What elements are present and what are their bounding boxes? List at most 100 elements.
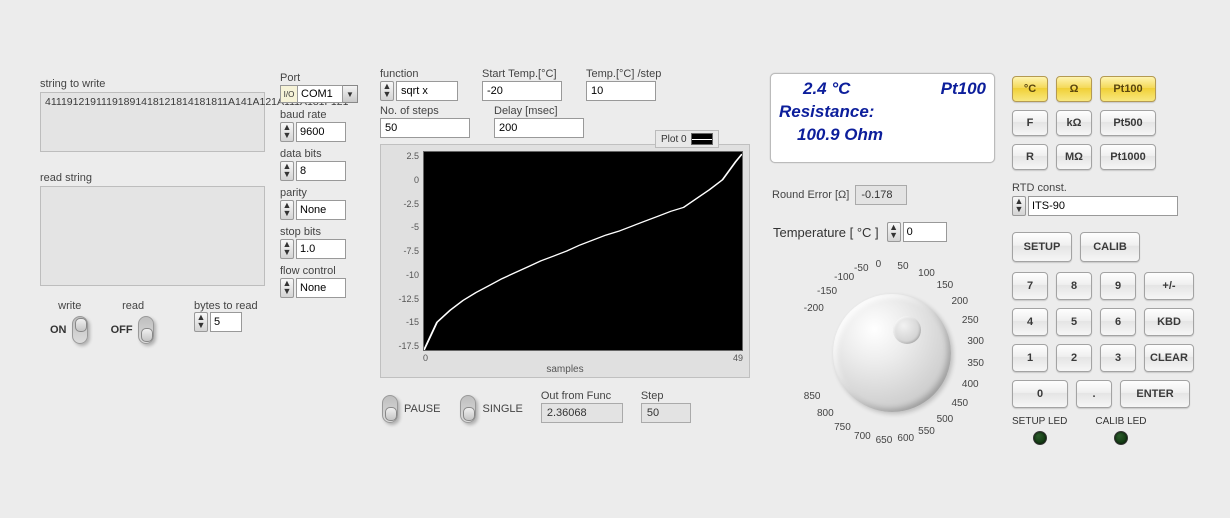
plot-legend-label: Plot 0 [661, 134, 687, 145]
key-8[interactable]: 8 [1056, 272, 1092, 300]
temp-step-field[interactable] [586, 81, 656, 101]
parity-label: parity [280, 187, 370, 199]
graph-plot[interactable] [423, 151, 743, 351]
read-string-field[interactable] [40, 186, 265, 286]
temperature-field[interactable] [903, 222, 947, 242]
unit-kohm-button[interactable]: kΩ [1056, 110, 1092, 136]
port-icon: I/O [280, 85, 297, 103]
gauge-tick: 300 [967, 336, 984, 347]
port-select[interactable] [297, 85, 343, 103]
bytes-to-read-label: bytes to read [194, 300, 258, 312]
key-clear[interactable]: CLEAR [1144, 344, 1194, 372]
databits-stepper[interactable]: ▲▼ [280, 161, 294, 181]
parity-field[interactable] [296, 200, 346, 220]
pt500-button[interactable]: Pt500 [1100, 110, 1156, 136]
nsteps-field[interactable] [380, 118, 470, 138]
read-string-label: read string [40, 172, 265, 184]
x-axis-label: samples [387, 364, 743, 375]
key-4[interactable]: 4 [1012, 308, 1048, 336]
gauge-knob[interactable] [833, 294, 951, 412]
display-rtd-type: Pt100 [941, 78, 986, 101]
setup-led-label: SETUP LED [1012, 416, 1067, 427]
calib-led [1114, 431, 1128, 445]
stopbits-field[interactable] [296, 239, 346, 259]
string-to-write-field[interactable]: 41119121911191891418121814181811A141A121… [40, 92, 265, 152]
string-to-write-label: string to write [40, 78, 265, 90]
key-1[interactable]: 1 [1012, 344, 1048, 372]
start-temp-label: Start Temp.[°C] [482, 68, 562, 80]
key-3[interactable]: 3 [1100, 344, 1136, 372]
gauge-tick: 250 [962, 315, 979, 326]
bytes-stepper[interactable]: ▲▼ [194, 312, 208, 332]
flow-stepper[interactable]: ▲▼ [280, 278, 294, 298]
parity-stepper[interactable]: ▲▼ [280, 200, 294, 220]
plot-legend[interactable]: Plot 0 [655, 130, 719, 148]
read-state: OFF [111, 324, 133, 336]
rtd-const-stepper[interactable]: ▲▼ [1012, 196, 1026, 216]
unit-mohm-button[interactable]: MΩ [1056, 144, 1092, 170]
y-axis-ticks: 2.50-2.5-5-7.5-10-12.5-15-17.5 [387, 151, 421, 351]
unit-c-button[interactable]: °C [1012, 76, 1048, 102]
baud-field[interactable] [296, 122, 346, 142]
graph-panel: 2.50-2.5-5-7.5-10-12.5-15-17.5 049 sampl… [380, 144, 750, 378]
read-toggle-label: read [111, 300, 156, 312]
stopbits-stepper[interactable]: ▲▼ [280, 239, 294, 259]
out-from-func-label: Out from Func [541, 390, 623, 402]
pt100-button[interactable]: Pt100 [1100, 76, 1156, 102]
start-temp-field[interactable] [482, 81, 562, 101]
flow-field[interactable] [296, 278, 346, 298]
step-label: Step [641, 390, 691, 402]
unit-ohm-button[interactable]: Ω [1056, 76, 1092, 102]
unit-f-button[interactable]: F [1012, 110, 1048, 136]
single-label: SINGLE [482, 403, 522, 415]
write-toggle[interactable] [72, 316, 88, 344]
setup-button[interactable]: SETUP [1012, 232, 1072, 262]
pause-toggle[interactable] [382, 395, 398, 423]
display-line2: Resistance: [779, 101, 986, 124]
gauge-tick: 550 [918, 426, 935, 437]
delay-field[interactable] [494, 118, 584, 138]
gauge-tick: 50 [897, 261, 908, 272]
baud-stepper[interactable]: ▲▼ [280, 122, 294, 142]
key-dot[interactable]: . [1076, 380, 1112, 408]
gauge-tick: 350 [967, 358, 984, 369]
single-toggle[interactable] [460, 395, 476, 423]
flow-label: flow control [280, 265, 370, 277]
gauge-tick: 500 [937, 414, 954, 425]
bytes-to-read-field[interactable] [210, 312, 242, 332]
key-2[interactable]: 2 [1056, 344, 1092, 372]
temperature-gauge[interactable]: -200-150-100-500501001502002503003504004… [770, 242, 1008, 457]
measurement-display: 2.4 °CPt100 Resistance: 100.9 Ohm [770, 73, 995, 163]
read-toggle[interactable] [138, 316, 154, 344]
key-5[interactable]: 5 [1056, 308, 1092, 336]
databits-field[interactable] [296, 161, 346, 181]
gauge-tick: 150 [937, 280, 954, 291]
rtd-const-field[interactable] [1028, 196, 1178, 216]
pt1000-button[interactable]: Pt1000 [1100, 144, 1156, 170]
calib-button[interactable]: CALIB [1080, 232, 1140, 262]
step-value: 50 [641, 403, 691, 423]
port-dropdown-icon[interactable]: ▼ [343, 85, 358, 103]
write-state: ON [50, 324, 67, 336]
gauge-tick: 450 [951, 398, 968, 409]
key-enter[interactable]: ENTER [1120, 380, 1190, 408]
gauge-tick: -100 [834, 272, 854, 283]
key-0[interactable]: 0 [1012, 380, 1068, 408]
temperature-stepper[interactable]: ▲▼ [887, 222, 901, 242]
out-from-func-value: 2.36068 [541, 403, 623, 423]
plot-legend-swatch [691, 133, 713, 145]
setup-led [1033, 431, 1047, 445]
x-axis-ticks: 049 [423, 353, 743, 363]
function-field[interactable] [396, 81, 458, 101]
gauge-tick: 700 [854, 431, 871, 442]
unit-r-button[interactable]: R [1012, 144, 1048, 170]
function-stepper[interactable]: ▲▼ [380, 81, 394, 101]
key-7[interactable]: 7 [1012, 272, 1048, 300]
key-kbd[interactable]: KBD [1144, 308, 1194, 336]
key-6[interactable]: 6 [1100, 308, 1136, 336]
key-sign[interactable]: +/- [1144, 272, 1194, 300]
gauge-tick: -50 [854, 263, 868, 274]
key-9[interactable]: 9 [1100, 272, 1136, 300]
display-temp: 2.4 °C [803, 79, 850, 98]
gauge-tick: 850 [804, 391, 821, 402]
